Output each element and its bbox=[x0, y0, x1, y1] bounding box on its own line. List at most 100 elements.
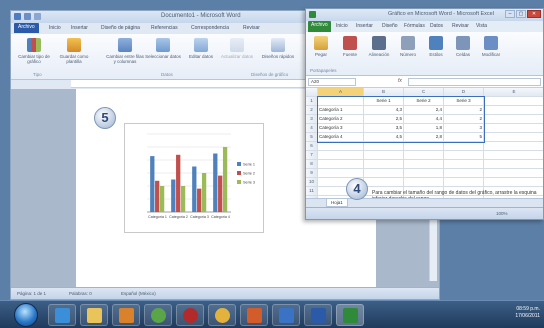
excel-tab-revisar[interactable]: Revisar bbox=[452, 23, 469, 29]
row-number[interactable]: 1 bbox=[306, 97, 318, 106]
excel-tab-diseno[interactable]: Diseño bbox=[382, 23, 398, 29]
cell[interactable] bbox=[404, 169, 444, 178]
category-cell[interactable]: Categoría 4 bbox=[318, 133, 364, 142]
value-cell[interactable]: 2,8 bbox=[404, 133, 444, 142]
tab-insertar[interactable]: Insertar bbox=[71, 25, 88, 31]
value-cell[interactable]: 4,5 bbox=[364, 133, 404, 142]
cell[interactable] bbox=[364, 142, 404, 151]
value-cell[interactable]: 2,5 bbox=[364, 115, 404, 124]
status-page[interactable]: Página: 1 de 1 bbox=[17, 291, 46, 296]
excel-tab-formulas[interactable]: Fórmulas bbox=[404, 23, 425, 29]
column-header-a[interactable]: A bbox=[318, 88, 364, 97]
row-number[interactable]: 6 bbox=[306, 142, 318, 151]
row-number[interactable]: 2 bbox=[306, 106, 318, 115]
row-number[interactable]: 4 bbox=[306, 124, 318, 133]
row-number[interactable]: 7 bbox=[306, 151, 318, 160]
change-chart-type-button[interactable]: Cambiar tipo de gráfico bbox=[15, 38, 53, 64]
excel-tab-archivo[interactable]: Archivo bbox=[308, 21, 331, 32]
value-cell[interactable]: 2,4 bbox=[404, 106, 444, 115]
edit-data-button[interactable]: Editar datos bbox=[182, 38, 220, 59]
taskbar-internet-explorer[interactable] bbox=[48, 304, 76, 326]
column-header-e[interactable]: E bbox=[484, 88, 543, 97]
excel-tab-vista[interactable]: Vista bbox=[476, 23, 487, 29]
excel-app-icon[interactable] bbox=[309, 11, 316, 18]
cell[interactable] bbox=[484, 97, 543, 106]
cell[interactable] bbox=[364, 151, 404, 160]
cell[interactable] bbox=[318, 169, 364, 178]
fx-icon[interactable]: fx bbox=[398, 78, 402, 84]
editing-button[interactable]: Modificar bbox=[476, 36, 506, 57]
cell[interactable] bbox=[484, 106, 543, 115]
cell[interactable] bbox=[404, 151, 444, 160]
select-all-corner[interactable] bbox=[306, 88, 318, 97]
cell[interactable] bbox=[444, 151, 484, 160]
taskbar-excel[interactable] bbox=[336, 304, 364, 326]
minimize-button[interactable]: ‒ bbox=[505, 10, 515, 18]
sheet-tab-hoja1[interactable]: Hoja1 bbox=[326, 199, 348, 207]
row-number[interactable]: 5 bbox=[306, 133, 318, 142]
cell[interactable] bbox=[364, 169, 404, 178]
refresh-data-button[interactable]: Actualizar datos bbox=[218, 38, 256, 59]
column-header-d[interactable]: D bbox=[444, 88, 484, 97]
status-words[interactable]: Palabras: 0 bbox=[69, 291, 92, 296]
close-button[interactable]: ✕ bbox=[527, 10, 541, 18]
formula-input[interactable] bbox=[408, 78, 541, 86]
value-cell[interactable]: 2 bbox=[444, 115, 484, 124]
spreadsheet-grid[interactable]: A B C D E 1 Serie 1 Serie 2 Serie 3 2 Ca… bbox=[306, 88, 543, 205]
cell[interactable] bbox=[364, 160, 404, 169]
quick-layouts-button[interactable]: Diseños rápidos bbox=[259, 38, 297, 59]
row-number[interactable]: 3 bbox=[306, 115, 318, 124]
category-cell[interactable]: Categoría 1 bbox=[318, 106, 364, 115]
series-header-cell[interactable]: Serie 3 bbox=[444, 97, 484, 106]
taskbar-word[interactable] bbox=[304, 304, 332, 326]
value-cell[interactable]: 5 bbox=[444, 133, 484, 142]
cell[interactable] bbox=[318, 142, 364, 151]
cell[interactable] bbox=[444, 160, 484, 169]
cell[interactable] bbox=[444, 142, 484, 151]
alignment-button[interactable]: Alineación bbox=[364, 36, 394, 57]
row-number[interactable]: 10 bbox=[306, 178, 318, 187]
tab-correspondencia[interactable]: Correspondencia bbox=[191, 25, 229, 31]
select-data-button[interactable]: Seleccionar datos bbox=[144, 38, 182, 59]
cell[interactable] bbox=[404, 178, 444, 187]
status-language[interactable]: Español (México) bbox=[121, 291, 156, 296]
column-header-b[interactable]: B bbox=[364, 88, 404, 97]
embedded-chart[interactable]: Categoría 1 Categoría 2 Categoría 3 Categor… bbox=[124, 123, 264, 233]
column-header-c[interactable]: C bbox=[404, 88, 444, 97]
value-cell[interactable]: 3,5 bbox=[364, 124, 404, 133]
series-header-cell[interactable]: Serie 1 bbox=[364, 97, 404, 106]
paste-button[interactable]: Pegar bbox=[308, 36, 334, 57]
save-icon[interactable] bbox=[24, 13, 31, 20]
row-number[interactable]: 11 bbox=[306, 187, 318, 196]
cell[interactable] bbox=[444, 178, 484, 187]
cell[interactable] bbox=[318, 151, 364, 160]
cells-button[interactable]: Celdas bbox=[450, 36, 476, 57]
cell[interactable] bbox=[484, 142, 543, 151]
value-cell[interactable]: 3 bbox=[444, 124, 484, 133]
cell[interactable] bbox=[444, 169, 484, 178]
taskbar-powerpoint[interactable] bbox=[240, 304, 268, 326]
start-button[interactable] bbox=[14, 303, 38, 327]
tab-inicio[interactable]: Inicio bbox=[49, 25, 61, 31]
row-number[interactable]: 8 bbox=[306, 160, 318, 169]
save-as-template-button[interactable]: Guardar como plantilla bbox=[55, 38, 93, 64]
maximize-button[interactable]: ▢ bbox=[516, 10, 526, 18]
taskbar-outlook[interactable] bbox=[272, 304, 300, 326]
excel-tab-datos[interactable]: Datos bbox=[430, 23, 443, 29]
value-cell[interactable]: 4,3 bbox=[364, 106, 404, 115]
row-number[interactable]: 9 bbox=[306, 169, 318, 178]
cell[interactable] bbox=[364, 178, 404, 187]
word-app-icon[interactable] bbox=[14, 13, 21, 20]
taskbar-folder[interactable] bbox=[80, 304, 108, 326]
cell[interactable] bbox=[318, 160, 364, 169]
cell[interactable] bbox=[484, 160, 543, 169]
tab-referencias[interactable]: Referencias bbox=[151, 25, 178, 31]
cell[interactable] bbox=[484, 178, 543, 187]
cell[interactable] bbox=[484, 115, 543, 124]
taskbar-app-red[interactable] bbox=[176, 304, 204, 326]
cell[interactable] bbox=[318, 97, 364, 106]
switch-row-column-button[interactable]: Cambiar entre filas y columnas bbox=[106, 38, 144, 64]
taskbar-chrome[interactable] bbox=[144, 304, 172, 326]
cell[interactable] bbox=[484, 169, 543, 178]
undo-icon[interactable] bbox=[34, 13, 41, 20]
